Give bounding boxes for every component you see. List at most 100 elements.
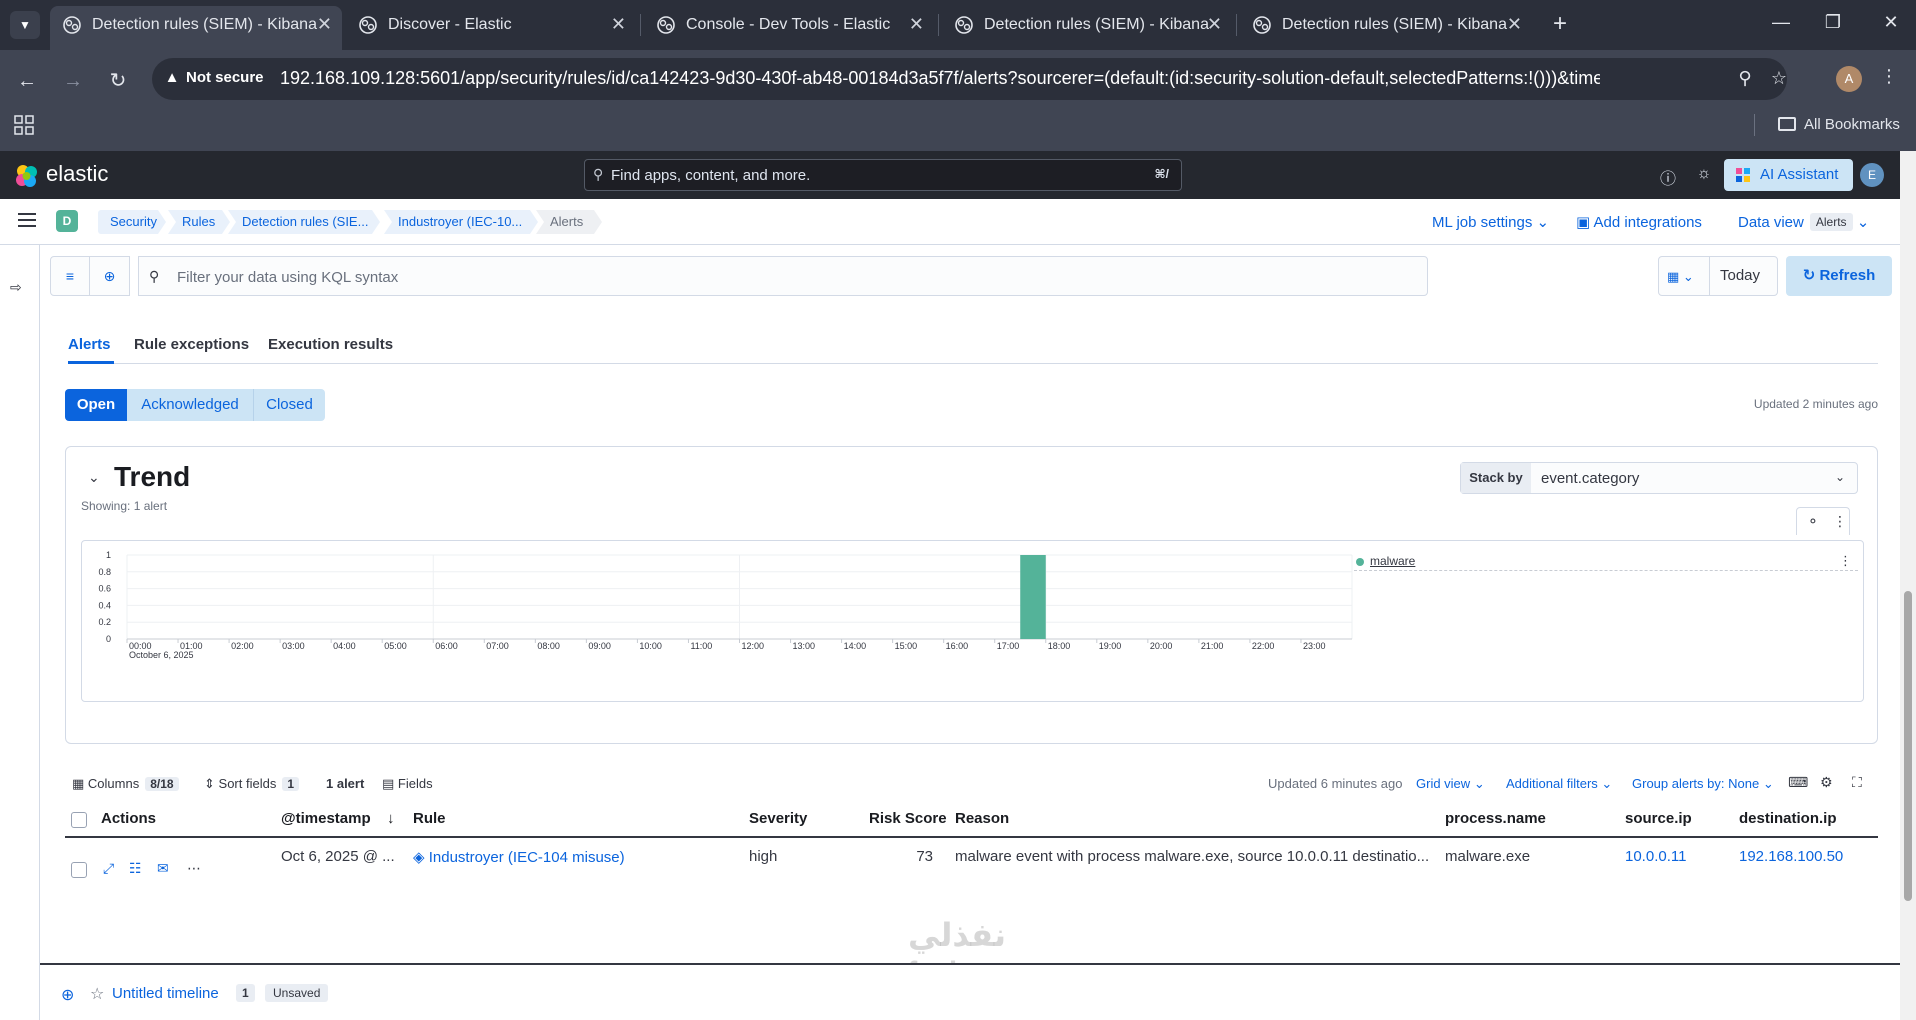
display-settings-icon[interactable]: ⚙	[1820, 774, 1833, 791]
security-indicator[interactable]: ▲ Not secure	[164, 69, 264, 86]
breadcrumb-rules[interactable]: Rules	[168, 210, 230, 234]
url-text[interactable]: 192.168.109.128:5601/app/security/rules/…	[280, 68, 1600, 89]
add-integrations-button[interactable]: ▣ Add integrations	[1576, 213, 1702, 231]
close-window-button[interactable]: ✕	[1876, 12, 1906, 33]
column-header-process-name[interactable]: process.name	[1445, 810, 1546, 827]
back-arrow-icon[interactable]: ←	[12, 66, 42, 96]
browser-tab-bar: ▼ Detection rules (SIEM) - Kibana ✕ Disc…	[0, 0, 1916, 50]
cell-destination-ip[interactable]: 192.168.100.50	[1739, 848, 1843, 865]
fullscreen-icon[interactable]: ⛶	[1852, 774, 1862, 791]
cell-source-ip[interactable]: 10.0.0.11	[1625, 848, 1686, 865]
tab-alerts[interactable]: Alerts	[68, 336, 111, 353]
group-alerts-button[interactable]: Group alerts by: None ⌄	[1632, 776, 1774, 792]
additional-filters-button[interactable]: Additional filters ⌄	[1506, 776, 1612, 792]
space-avatar[interactable]: D	[56, 210, 78, 232]
browser-tab[interactable]: Discover - Elastic ✕	[346, 6, 636, 44]
select-all-checkbox[interactable]	[71, 812, 87, 828]
expand-event-icon[interactable]: ⤢	[103, 860, 114, 877]
kql-search-input[interactable]: ⚲ Filter your data using KQL syntax	[138, 256, 1428, 296]
minimize-window-button[interactable]: —	[1766, 12, 1796, 33]
column-header-reason[interactable]: Reason	[955, 810, 1009, 827]
timeline-count-badge: 1	[236, 984, 255, 1002]
legend-item-malware[interactable]: malware	[1370, 554, 1415, 568]
close-tab-icon[interactable]: ✕	[909, 14, 924, 35]
browser-tab-active[interactable]: Detection rules (SIEM) - Kibana ✕	[50, 6, 342, 50]
close-tab-icon[interactable]: ✕	[317, 14, 332, 35]
page-scrollbar[interactable]	[1900, 151, 1916, 1020]
column-header-severity[interactable]: Severity	[749, 810, 807, 827]
refresh-button[interactable]: ↻ Refresh	[1786, 256, 1892, 296]
timeline-title[interactable]: Untitled timeline	[112, 985, 219, 1002]
filter-menu-button[interactable]: ≡	[50, 256, 90, 296]
address-bar[interactable]: ▲ Not secure 192.168.109.128:5601/app/sec…	[152, 58, 1787, 100]
status-closed-button[interactable]: Closed	[253, 389, 325, 421]
browser-tab[interactable]: Detection rules (SIEM) - Kibana ✕	[942, 6, 1232, 44]
status-open-button[interactable]: Open	[65, 389, 127, 421]
grid-view-button[interactable]: Grid view ⌄	[1416, 776, 1485, 792]
analyze-event-icon[interactable]: ☷	[129, 860, 142, 877]
menu-hamburger-icon[interactable]	[18, 213, 36, 227]
bookmark-star-icon[interactable]: ☆	[1768, 68, 1790, 90]
tab-execution-results[interactable]: Execution results	[268, 336, 393, 353]
column-header-source-ip[interactable]: source.ip	[1625, 810, 1692, 827]
user-avatar[interactable]: E	[1860, 163, 1884, 187]
sort-descending-icon[interactable]: ↓	[387, 810, 395, 827]
collapse-chevron-icon[interactable]: ⌄	[88, 469, 100, 486]
kql-placeholder: Filter your data using KQL syntax	[177, 269, 399, 286]
column-header-timestamp[interactable]: @timestamp	[281, 810, 371, 827]
new-tab-button[interactable]: +	[1545, 10, 1575, 40]
data-view-picker[interactable]: Data view Alerts ⌄	[1738, 213, 1869, 231]
browser-menu-icon[interactable]: ⋮	[1880, 66, 1898, 87]
forward-arrow-icon[interactable]: →	[58, 66, 88, 96]
more-actions-icon[interactable]: ⋯	[187, 860, 201, 877]
tab-rule-exceptions[interactable]: Rule exceptions	[134, 336, 249, 353]
browser-profile-avatar[interactable]: A	[1836, 66, 1862, 92]
expand-sidebar-icon[interactable]: ⇨	[10, 279, 22, 296]
inspect-icon[interactable]: ⚬	[1807, 513, 1819, 530]
help-icon[interactable]: ⓘ	[1658, 165, 1678, 189]
column-header-risk-score[interactable]: Risk Score	[869, 810, 947, 827]
global-search-input[interactable]: ⚲ Find apps, content, and more. ⌘/	[584, 159, 1182, 191]
fields-icon: ▤	[382, 776, 395, 791]
browser-tab[interactable]: Detection rules (SIEM) - Kibana ✕	[1240, 6, 1532, 44]
scrollbar-thumb[interactable]	[1904, 591, 1912, 901]
close-tab-icon[interactable]: ✕	[611, 14, 626, 35]
zoom-icon[interactable]: ⚲	[1734, 68, 1756, 90]
legend-item-menu-icon[interactable]: ⋮	[1839, 553, 1852, 569]
breadcrumb-detection-rules[interactable]: Detection rules (SIE...	[228, 210, 380, 234]
ml-job-settings-button[interactable]: ML job settings ⌄	[1432, 213, 1549, 231]
close-tab-icon[interactable]: ✕	[1507, 14, 1522, 35]
columns-button[interactable]: ▦ Columns 8/18	[72, 776, 179, 792]
status-acknowledged-button[interactable]: Acknowledged	[127, 389, 253, 421]
breadcrumb-rule[interactable]: Industroyer (IEC-10...	[384, 210, 538, 234]
all-bookmarks-button[interactable]: All Bookmarks	[1778, 116, 1900, 133]
column-header-rule[interactable]: Rule	[413, 810, 446, 827]
fields-button[interactable]: ▤ Fields	[382, 776, 433, 792]
close-tab-icon[interactable]: ✕	[1207, 14, 1222, 35]
elastic-brand[interactable]: elastic	[46, 161, 108, 187]
reload-icon[interactable]: ↻	[103, 66, 133, 96]
column-header-destination-ip[interactable]: destination.ip	[1739, 810, 1837, 827]
tab-search-button[interactable]: ▼	[10, 11, 40, 39]
keyboard-shortcuts-icon[interactable]: ⌨	[1788, 774, 1808, 791]
favorite-star-icon[interactable]: ☆	[90, 984, 104, 1004]
elastic-logo-icon[interactable]	[14, 163, 40, 189]
stack-by-select[interactable]: Stack by event.category ⌄	[1460, 462, 1858, 494]
breadcrumb-security[interactable]: Security	[98, 210, 166, 234]
ai-assistant-button[interactable]: AI Assistant	[1724, 159, 1853, 191]
date-range-label[interactable]: Today	[1709, 257, 1760, 295]
calendar-icon[interactable]: ▦ ⌄	[1667, 269, 1701, 285]
chart-legend[interactable]: malware ⋮	[1354, 553, 1858, 571]
add-note-icon[interactable]: ✉	[157, 860, 169, 877]
browser-tab[interactable]: Console - Dev Tools - Elastic ✕	[644, 6, 934, 44]
news-feed-icon[interactable]: ☼	[1694, 165, 1714, 183]
apps-grid-icon[interactable]	[14, 115, 34, 135]
sort-fields-button[interactable]: ⇕ Sort fields 1	[204, 776, 300, 792]
restore-window-button[interactable]: ❐	[1818, 12, 1848, 33]
add-filter-button[interactable]: ⊕	[90, 256, 130, 296]
row-select-checkbox[interactable]	[71, 862, 87, 878]
chart-menu-icon[interactable]: ⋮	[1833, 513, 1847, 530]
add-timeline-icon[interactable]: ⊕	[61, 985, 74, 1005]
cell-rule-link[interactable]: ◈ Industroyer (IEC-104 misuse)	[413, 848, 625, 866]
date-picker[interactable]: ▦ ⌄ Today	[1658, 256, 1778, 296]
